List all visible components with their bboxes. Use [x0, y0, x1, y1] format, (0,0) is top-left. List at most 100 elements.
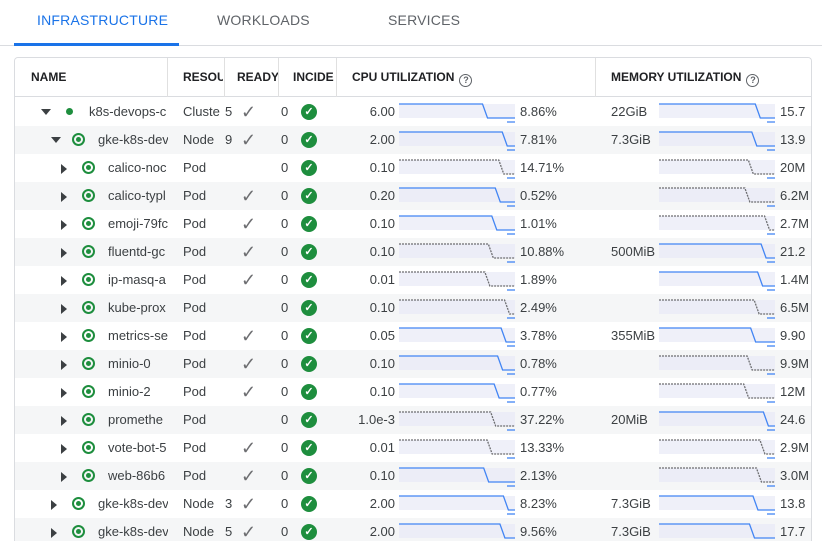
cpu-limit: 0.10: [369, 216, 395, 231]
expand-icon[interactable]: [61, 164, 67, 174]
utilization-band: [659, 412, 775, 426]
column-divider[interactable]: [224, 58, 225, 97]
memory-utilization: 9.9M: [780, 356, 809, 371]
cpu-limit: 0.10: [369, 468, 395, 483]
resource-name: fluentd-gc: [108, 244, 166, 259]
status-icon: [82, 161, 95, 174]
table-row[interactable]: gke-k8s-dev Node 9 ✓ 0 ✓ 2.00 7.81% 7.3GiB 13.9: [15, 126, 811, 154]
expand-icon[interactable]: [61, 472, 67, 482]
cpu-utilization: 10.88%: [520, 244, 565, 259]
table-row[interactable]: minio-2 Pod ✓ 0 ✓ 0.10 0.77% 12M: [15, 378, 811, 406]
resource-type: Pod: [183, 440, 207, 455]
column-divider[interactable]: [278, 58, 279, 97]
memory-sparkline: [659, 523, 775, 539]
header-cpu-label: CPU UTILIZATION: [352, 70, 455, 84]
table-row[interactable]: vote-bot-5 Pod ✓ 0 ✓ 0.01 13.33% 2.9M: [15, 434, 811, 462]
expand-icon[interactable]: [61, 220, 67, 230]
status-icon: [82, 357, 95, 370]
table-row[interactable]: ip-masq-a Pod ✓ 0 ✓ 0.01 1.89% 1.4M: [15, 266, 811, 294]
table-row[interactable]: minio-0 Pod ✓ 0 ✓ 0.10 0.78% 9.9M: [15, 350, 811, 378]
column-divider[interactable]: [336, 58, 337, 97]
header-name[interactable]: NAME: [31, 70, 171, 84]
tab-services[interactable]: SERVICES: [388, 12, 460, 28]
cpu-utilization: 7.81%: [520, 132, 557, 147]
status-icon: [82, 301, 95, 314]
table-row[interactable]: calico-typl Pod ✓ 0 ✓ 0.20 0.52% 6.2M: [15, 182, 811, 210]
cpu-sparkline: [399, 327, 515, 347]
column-divider[interactable]: [167, 58, 168, 97]
header-cpu[interactable]: CPU UTILIZATION?: [352, 70, 592, 87]
tab-infrastructure[interactable]: INFRASTRUCTURE: [37, 12, 168, 28]
tab-workloads[interactable]: WORKLOADS: [217, 12, 310, 28]
header-incidents[interactable]: INCIDE: [293, 70, 337, 84]
expand-icon[interactable]: [61, 248, 67, 258]
table-row[interactable]: web-86b6 Pod ✓ 0 ✓ 0.10 2.13% 3.0M: [15, 462, 811, 490]
collapse-icon[interactable]: [51, 137, 61, 143]
expand-icon[interactable]: [61, 276, 67, 286]
expand-icon[interactable]: [51, 528, 57, 538]
header-resource[interactable]: RESOU: [183, 70, 223, 84]
resource-name: minio-2: [108, 384, 151, 399]
memory-sparkline: [659, 131, 775, 151]
expand-icon[interactable]: [61, 332, 67, 342]
memory-utilization: 3.0M: [780, 468, 809, 483]
utilization-band: [399, 496, 515, 510]
expand-icon[interactable]: [61, 360, 67, 370]
ready-check-icon: ✓: [241, 270, 257, 290]
expand-icon[interactable]: [61, 416, 67, 426]
resource-name: calico-typl: [108, 188, 166, 203]
header-memory[interactable]: MEMORY UTILIZATION?: [611, 70, 811, 87]
resource-type: Pod: [183, 244, 207, 259]
memory-limit: 7.3GiB: [611, 132, 651, 147]
expand-icon[interactable]: [61, 388, 67, 398]
memory-sparkline: [659, 327, 775, 347]
tab-bar: INFRASTRUCTURE WORKLOADS SERVICES: [0, 0, 822, 46]
cpu-utilization: 0.77%: [520, 384, 557, 399]
memory-sparkline: [659, 159, 775, 179]
cpu-limit: 0.10: [369, 300, 395, 315]
table-row[interactable]: gke-k8s-dev Node 5 ✓ 0 ✓ 2.00 9.56% 7.3GiB 17.7: [15, 518, 811, 541]
resource-type: Pod: [183, 216, 207, 231]
incident-ok-icon: ✓: [301, 468, 317, 484]
incident-count: 0: [281, 524, 289, 539]
incident-count: 0: [281, 188, 289, 203]
ready-check-icon: ✓: [241, 102, 257, 122]
expand-icon[interactable]: [61, 444, 67, 454]
cpu-sparkline: [399, 523, 515, 539]
column-divider[interactable]: [595, 58, 596, 97]
table-row[interactable]: gke-k8s-dev Node 3 ✓ 0 ✓ 2.00 8.23% 7.3GiB 13.8: [15, 490, 811, 518]
cpu-sparkline: [399, 299, 515, 319]
incident-ok-icon: ✓: [301, 272, 317, 288]
table-row[interactable]: metrics-se Pod ✓ 0 ✓ 0.05 3.78% 355MiB 9.90: [15, 322, 811, 350]
utilization-band: [659, 356, 775, 370]
ready-check-icon: ✓: [241, 130, 257, 150]
ready-check-icon: ✓: [241, 382, 257, 402]
table-row[interactable]: k8s-devops-c Cluste 5 ✓ 0 ✓ 6.00 8.86% 22GiB 15.7: [15, 98, 811, 126]
collapse-icon[interactable]: [41, 109, 51, 115]
resource-name: emoji-79fc: [108, 216, 168, 231]
cpu-limit: 1.0e-3: [358, 412, 395, 427]
table-row[interactable]: fluentd-gc Pod ✓ 0 ✓ 0.10 10.88% 500MiB 21.2: [15, 238, 811, 266]
cpu-sparkline: [399, 495, 515, 515]
table-row[interactable]: kube-prox Pod 0 ✓ 0.10 2.49% 6.5M: [15, 294, 811, 322]
incident-ok-icon: ✓: [301, 328, 317, 344]
table-row[interactable]: promethe Pod 0 ✓ 1.0e-3 37.22% 20MiB 24.6: [15, 406, 811, 434]
status-icon: [82, 469, 95, 482]
incident-count: 0: [281, 300, 289, 315]
help-icon[interactable]: ?: [459, 74, 473, 87]
status-icon: [82, 441, 95, 454]
header-ready[interactable]: READY: [237, 70, 279, 84]
table-row[interactable]: emoji-79fc Pod ✓ 0 ✓ 0.10 1.01% 2.7M: [15, 210, 811, 238]
expand-icon[interactable]: [61, 304, 67, 314]
memory-limit: 20MiB: [611, 412, 648, 427]
incident-count: 0: [281, 328, 289, 343]
cpu-sparkline: [399, 103, 515, 123]
cpu-limit: 0.20: [369, 188, 395, 203]
ready-check-icon: ✓: [241, 494, 257, 514]
table-row[interactable]: calico-noc Pod 0 ✓ 0.10 14.71% 20M: [15, 154, 811, 182]
expand-icon[interactable]: [61, 192, 67, 202]
cpu-utilization: 1.01%: [520, 216, 557, 231]
resource-type: Node: [183, 524, 215, 539]
help-icon[interactable]: ?: [746, 74, 760, 87]
expand-icon[interactable]: [51, 500, 57, 510]
